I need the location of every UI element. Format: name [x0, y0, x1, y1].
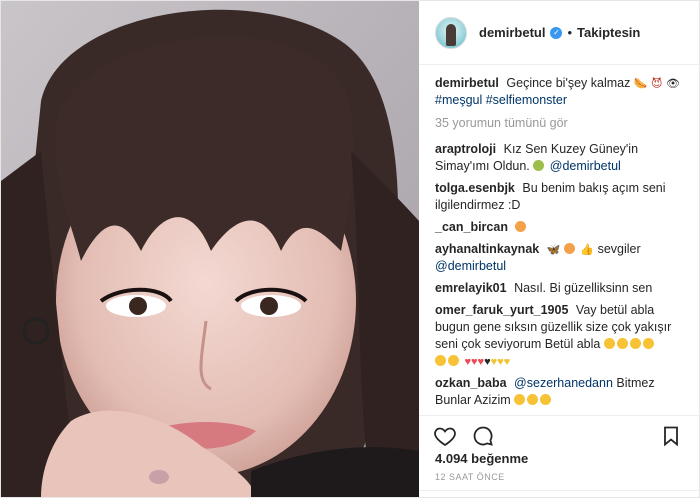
- view-all-comments-link[interactable]: 35 yorumun tümünü gör: [435, 115, 683, 132]
- likes-count[interactable]: 4.094 beğenme: [419, 449, 699, 470]
- nerd-face-icon: [533, 160, 545, 171]
- list-item: emrelayik01 Nasıl. Bi güzelliksinn sen: [435, 280, 683, 297]
- account-username[interactable]: demirbetul: [479, 25, 545, 40]
- caption: demirbetul Geçince bi'şey kalmaz 🌭 😈 👁 #…: [435, 75, 683, 109]
- eye-icon: 👁: [665, 78, 680, 90]
- comment-icon[interactable]: [471, 424, 495, 448]
- yellow-heart-icon: ♥: [503, 356, 511, 368]
- comment-username[interactable]: _can_bircan: [435, 220, 508, 234]
- selfie-image: [1, 1, 419, 497]
- bookmark-icon[interactable]: [659, 424, 683, 448]
- grimace-face-icon: [527, 394, 539, 405]
- verified-badge-icon: ✓: [550, 26, 563, 39]
- list-item: tolga.esenbjk Bu benim bakış açım seni i…: [435, 180, 683, 214]
- list-item: araptroloji Kız Sen Kuzey Güney'in Simay…: [435, 141, 683, 175]
- list-item: omer_faruk_yurt_1905 Vay betül abla bugu…: [435, 302, 683, 370]
- following-button[interactable]: Takiptesin: [577, 25, 640, 40]
- post-timestamp[interactable]: 12 SAAT ÖNCE: [419, 470, 699, 482]
- instagram-post: demirbetul ✓ • Takiptesin demirbetul Geç…: [0, 0, 700, 498]
- grimace-face-icon: [514, 394, 526, 405]
- comment-username[interactable]: ayhanaltinkaynak: [435, 242, 539, 256]
- action-bar: [419, 415, 699, 449]
- devil-face-icon: 😈: [651, 78, 663, 90]
- smiley-icon: [603, 338, 615, 349]
- comment-username[interactable]: omer_faruk_yurt_1905: [435, 303, 568, 317]
- comment-username[interactable]: ozkan_baba: [435, 376, 507, 390]
- thumbs-up-icon: 👍: [580, 244, 595, 256]
- heart-eyes-icon: [515, 221, 527, 232]
- post-side-panel: demirbetul ✓ • Takiptesin demirbetul Geç…: [419, 1, 699, 497]
- heart-icon[interactable]: [433, 424, 457, 448]
- comment-mention[interactable]: @demirbetul: [550, 159, 621, 173]
- list-item: ayhanaltinkaynak 🦋 👍 sevgiler @demirbetu…: [435, 241, 683, 275]
- divider: [419, 490, 699, 497]
- comment-text: Nasıl. Bi güzelliksinn sen: [514, 281, 653, 295]
- comment-username[interactable]: emrelayik01: [435, 281, 507, 295]
- comment-text: sevgiler: [597, 242, 641, 256]
- list-item: _can_bircan: [435, 219, 683, 236]
- caption-hashtags[interactable]: #meşgul #selfiemonster: [435, 93, 567, 107]
- comment-username[interactable]: tolga.esenbjk: [435, 181, 515, 195]
- likes-number: 4.094: [435, 451, 468, 466]
- separator-dot: •: [567, 25, 573, 40]
- post-header: demirbetul ✓ • Takiptesin: [419, 1, 699, 65]
- heart-eyes-icon: [563, 243, 575, 254]
- comment-mention[interactable]: @demirbetul: [435, 259, 506, 273]
- smiley-icon: [616, 338, 628, 349]
- smiley-icon: [448, 355, 459, 366]
- avatar[interactable]: [435, 16, 467, 49]
- smiley-icon: [629, 338, 641, 349]
- comment-mention[interactable]: @sezerhanedann: [514, 376, 613, 390]
- smiley-icon: [435, 355, 446, 366]
- post-photo[interactable]: [1, 1, 419, 497]
- caption-text: Geçince bi'şey kalmaz: [506, 76, 631, 90]
- grimace-face-icon: [540, 394, 552, 405]
- likes-label: beğenme: [471, 451, 529, 466]
- butterfly-icon: 🦋: [546, 244, 561, 256]
- comment-username[interactable]: araptroloji: [435, 142, 496, 156]
- smiley-icon: [642, 338, 654, 349]
- hot-dog-icon: 🌭: [633, 78, 648, 90]
- comments-list: demirbetul Geçince bi'şey kalmaz 🌭 😈 👁 #…: [419, 65, 699, 415]
- list-item: ozkan_baba @sezerhanedann Bitmez Bunlar …: [435, 375, 683, 409]
- caption-username[interactable]: demirbetul: [435, 76, 499, 90]
